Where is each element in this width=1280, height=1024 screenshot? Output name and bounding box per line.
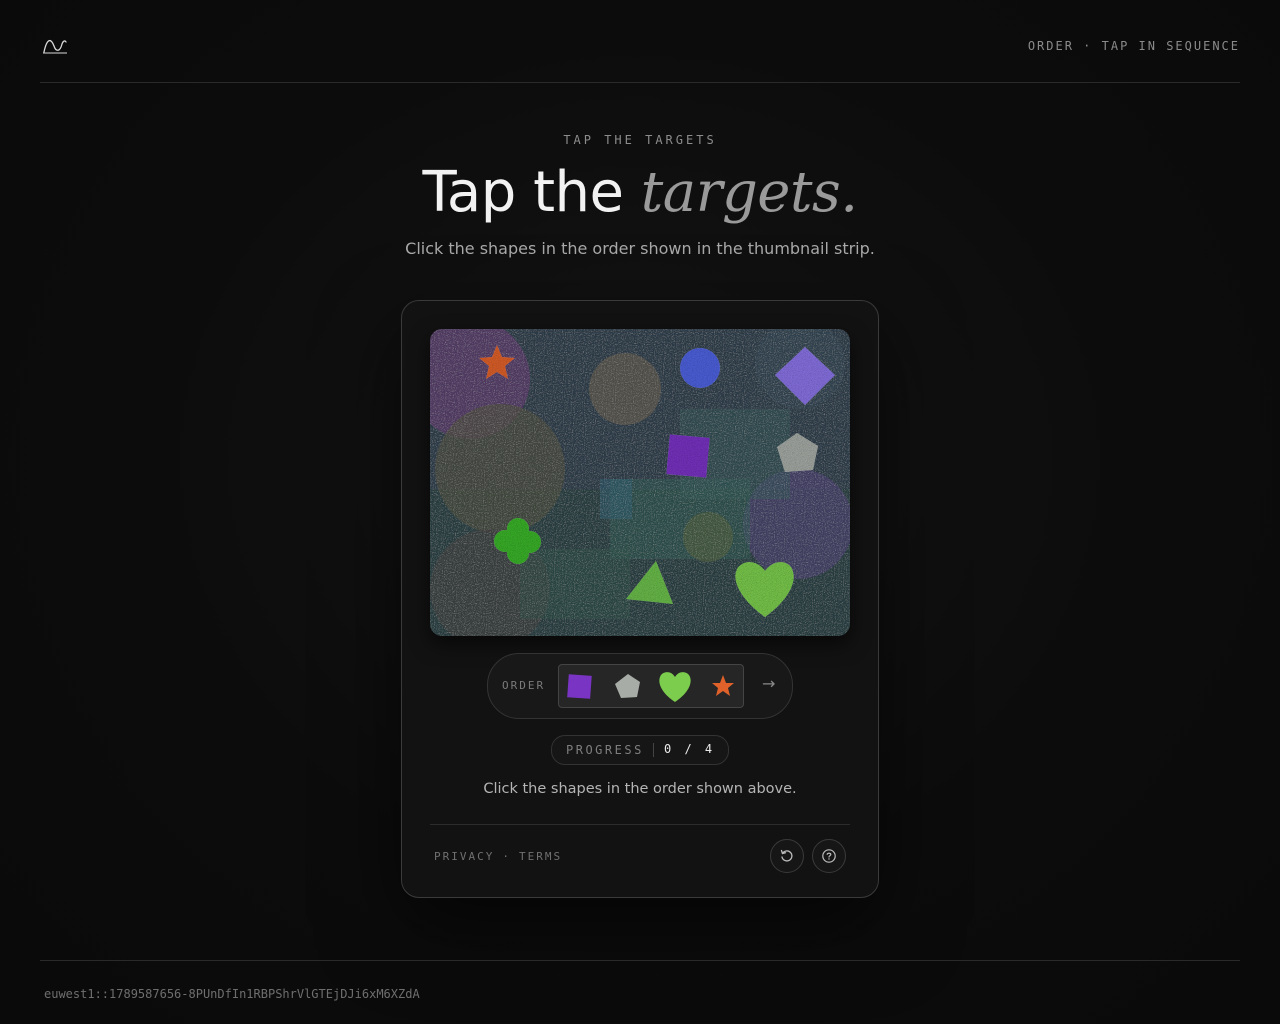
challenge-card: ORDER → PROGRESS 0 / 4 Click the shapes … — [401, 300, 879, 898]
page-subtitle: Click the shapes in the order shown in t… — [405, 239, 875, 258]
canvas-svg — [430, 329, 850, 636]
title-emphasis: targets. — [640, 160, 858, 225]
arrow-right-icon[interactable]: → — [762, 674, 775, 693]
progress-value: 0 / 4 — [664, 742, 716, 756]
order-thumb-heart — [659, 672, 691, 702]
wave-logo-icon — [43, 40, 67, 54]
page: ORDER · TAP IN SEQUENCE TAP THE TARGETS … — [0, 0, 1280, 1024]
canvas-shape-circle[interactable] — [680, 348, 720, 388]
progress-indicator: PROGRESS 0 / 4 — [551, 735, 729, 765]
title-plain: Tap the — [422, 160, 641, 225]
order-label: ORDER — [502, 679, 546, 692]
order-thumb-star — [712, 675, 734, 696]
refresh-button[interactable] — [770, 839, 804, 873]
session-id: euwest1::1789587656-8PUnDfIn1RBPShrVlGTE… — [44, 987, 420, 1001]
instruction-text: Click the shapes in the order shown abov… — [483, 781, 797, 797]
challenge-canvas[interactable] — [430, 329, 850, 636]
order-thumb-pentagon — [615, 674, 640, 698]
mode-nav-text: ORDER · TAP IN SEQUENCE — [1027, 39, 1240, 53]
order-strip: ORDER → — [487, 653, 793, 719]
card-footer: PRIVACY · TERMS — [430, 824, 850, 885]
footer-links: PRIVACY · TERMS — [434, 850, 562, 863]
order-thumbnails — [558, 664, 744, 708]
order-thumb-square — [567, 674, 592, 699]
progress-label: PROGRESS — [566, 743, 644, 757]
progress-divider — [653, 743, 654, 757]
bottom-divider — [40, 960, 1240, 961]
top-bar: ORDER · TAP IN SEQUENCE — [40, 0, 1240, 83]
page-title: Tap the targets. — [0, 158, 1280, 228]
refresh-icon — [780, 849, 793, 862]
help-icon — [822, 849, 836, 863]
canvas-shape-square[interactable] — [666, 434, 710, 478]
help-button[interactable] — [812, 839, 846, 873]
terms-link[interactable]: TERMS — [519, 850, 562, 863]
privacy-link[interactable]: PRIVACY — [434, 850, 494, 863]
eyebrow-label: TAP THE TARGETS — [563, 133, 717, 147]
link-separator: · — [502, 850, 511, 863]
